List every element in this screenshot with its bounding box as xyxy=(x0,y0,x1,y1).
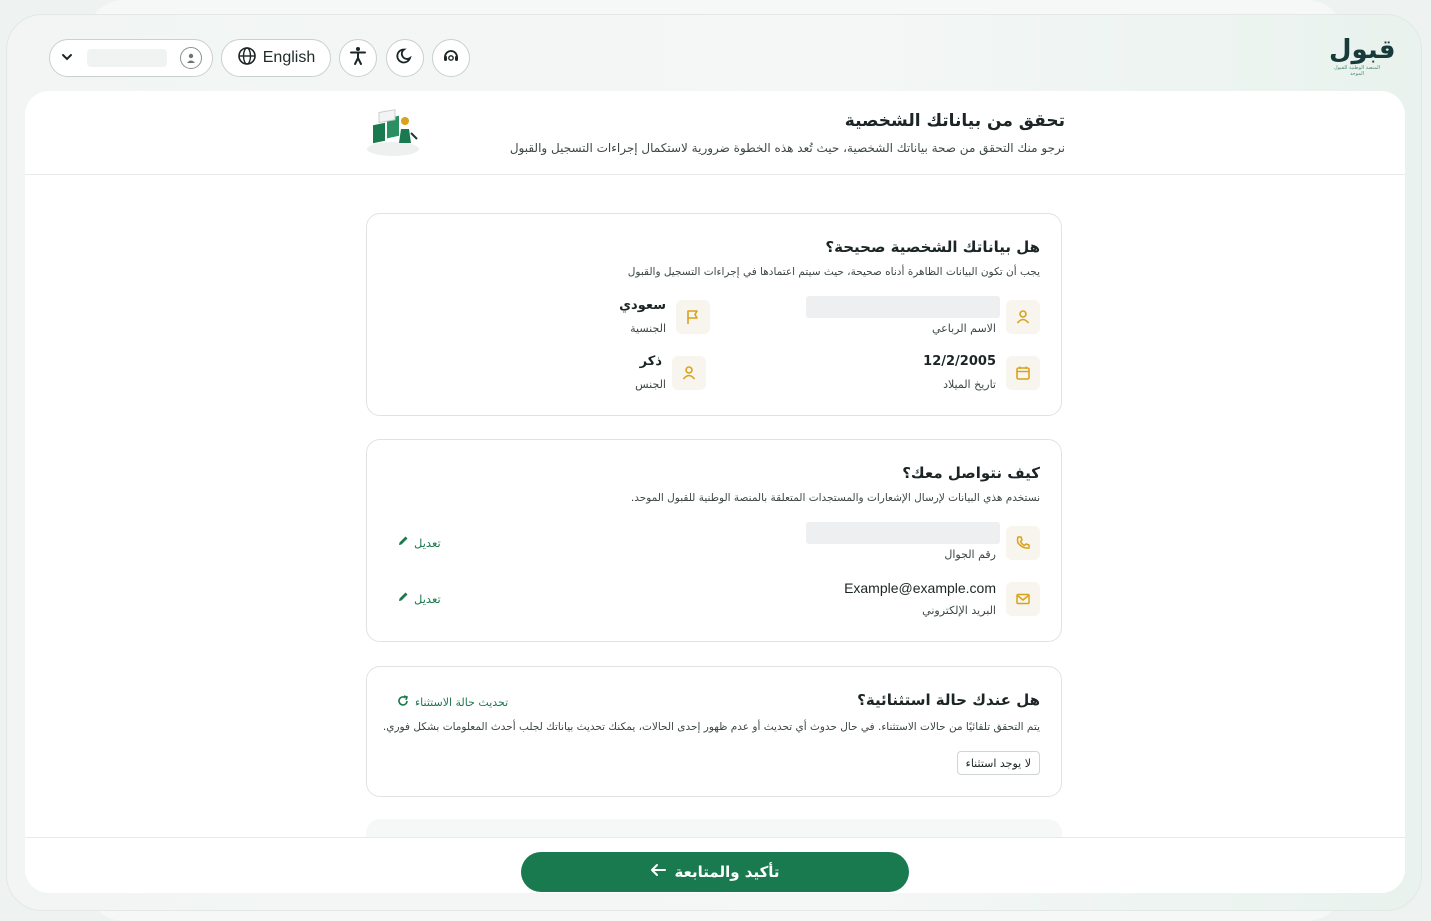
app-window: English قبول المنصة الوطنية للقبول الموح… xyxy=(6,14,1422,911)
contact-card: كيف نتواصل معك؟ نستخدم هذي البيانات لإرس… xyxy=(366,439,1062,642)
phone-icon xyxy=(1006,526,1040,560)
edit-email-button[interactable]: تعديل xyxy=(397,591,441,606)
refresh-exception-label: تحديث حالة الاستثناء xyxy=(415,696,509,709)
confirm-label: تأكيد والمتابعة xyxy=(674,863,780,881)
exception-status-badge: لا يوجد استثناء xyxy=(956,751,1040,775)
language-button[interactable]: English xyxy=(221,39,331,77)
contact-card-desc: نستخدم هذي البيانات لإرسال الإشعارات وال… xyxy=(630,492,1040,504)
edit-phone-button[interactable]: تعديل xyxy=(397,535,441,550)
full-name-label: الاسم الرباعي xyxy=(932,322,996,335)
edit-email-label: تعديل xyxy=(414,591,441,606)
moon-icon xyxy=(396,47,414,69)
personal-card-title: هل بياناتك الشخصية صحيحة؟ xyxy=(825,238,1040,256)
page-header: تحقق من بياناتك الشخصية نرجو منك التحقق … xyxy=(25,91,1405,175)
exception-card-title: هل عندك حالة استثنائية؟ xyxy=(857,691,1040,709)
user-icon xyxy=(180,47,202,69)
page-subtitle: نرجو منك التحقق من صحة بياناتك الشخصية، … xyxy=(509,141,1065,155)
verification-illustration xyxy=(365,109,421,157)
arrow-left-icon xyxy=(650,863,667,881)
globe-icon xyxy=(237,46,257,71)
contact-card-title: كيف نتواصل معك؟ xyxy=(902,464,1040,482)
dark-mode-button[interactable] xyxy=(386,39,424,77)
accessibility-icon xyxy=(349,46,367,70)
email-value: Example@example.com xyxy=(844,580,996,596)
refresh-icon xyxy=(397,695,409,710)
phone-value xyxy=(806,522,1000,544)
support-icon xyxy=(441,46,461,70)
accessibility-button[interactable] xyxy=(339,39,377,77)
pencil-icon xyxy=(397,535,409,550)
qubool-logo: قبول المنصة الوطنية للقبول الموحد xyxy=(1329,35,1396,77)
exception-card: هل عندك حالة استثنائية؟ يتم التحقق تلقائ… xyxy=(366,666,1062,797)
footer-bar: تأكيد والمتابعة xyxy=(25,837,1405,893)
personal-data-card: هل بياناتك الشخصية صحيحة؟ يجب أن تكون ال… xyxy=(366,213,1062,416)
phone-label: رقم الجوال xyxy=(944,548,996,561)
chevron-down-icon xyxy=(60,49,74,68)
page-title: تحقق من بياناتك الشخصية xyxy=(844,111,1065,131)
gender-value: ذكر xyxy=(639,354,662,369)
mail-icon xyxy=(1006,582,1040,616)
refresh-exception-button[interactable]: تحديث حالة الاستثناء xyxy=(397,695,508,710)
confirm-continue-button[interactable]: تأكيد والمتابعة xyxy=(521,852,909,892)
main-panel: تحقق من بياناتك الشخصية نرجو منك التحقق … xyxy=(25,91,1405,893)
edit-phone-label: تعديل xyxy=(414,535,441,550)
nationality-value: سعودي xyxy=(619,298,666,313)
pencil-icon xyxy=(397,591,409,606)
dob-label: تاريخ الميلاد xyxy=(943,378,996,391)
personal-card-desc: يجب أن تكون البيانات الظاهرة أدناه صحيحة… xyxy=(627,266,1040,278)
email-label: البريد الإلكتروني xyxy=(922,604,996,617)
exception-card-desc: يتم التحقق تلقائيًا من حالات الاستثناء. … xyxy=(382,721,1040,733)
flag-icon xyxy=(676,300,710,334)
full-name-value xyxy=(806,296,1000,318)
gender-icon xyxy=(672,356,706,390)
user-name xyxy=(87,49,167,67)
support-button[interactable] xyxy=(432,39,470,77)
dob-value: 12/2/2005 xyxy=(923,354,996,369)
nationality-label: الجنسية xyxy=(630,322,666,335)
calendar-icon xyxy=(1006,356,1040,390)
top-bar: English قبول المنصة الوطنية للقبول الموح… xyxy=(7,15,1421,95)
language-label: English xyxy=(262,49,316,66)
name-field-icon xyxy=(1006,300,1040,334)
user-menu[interactable] xyxy=(49,39,213,77)
gender-label: الجنس xyxy=(635,378,666,391)
